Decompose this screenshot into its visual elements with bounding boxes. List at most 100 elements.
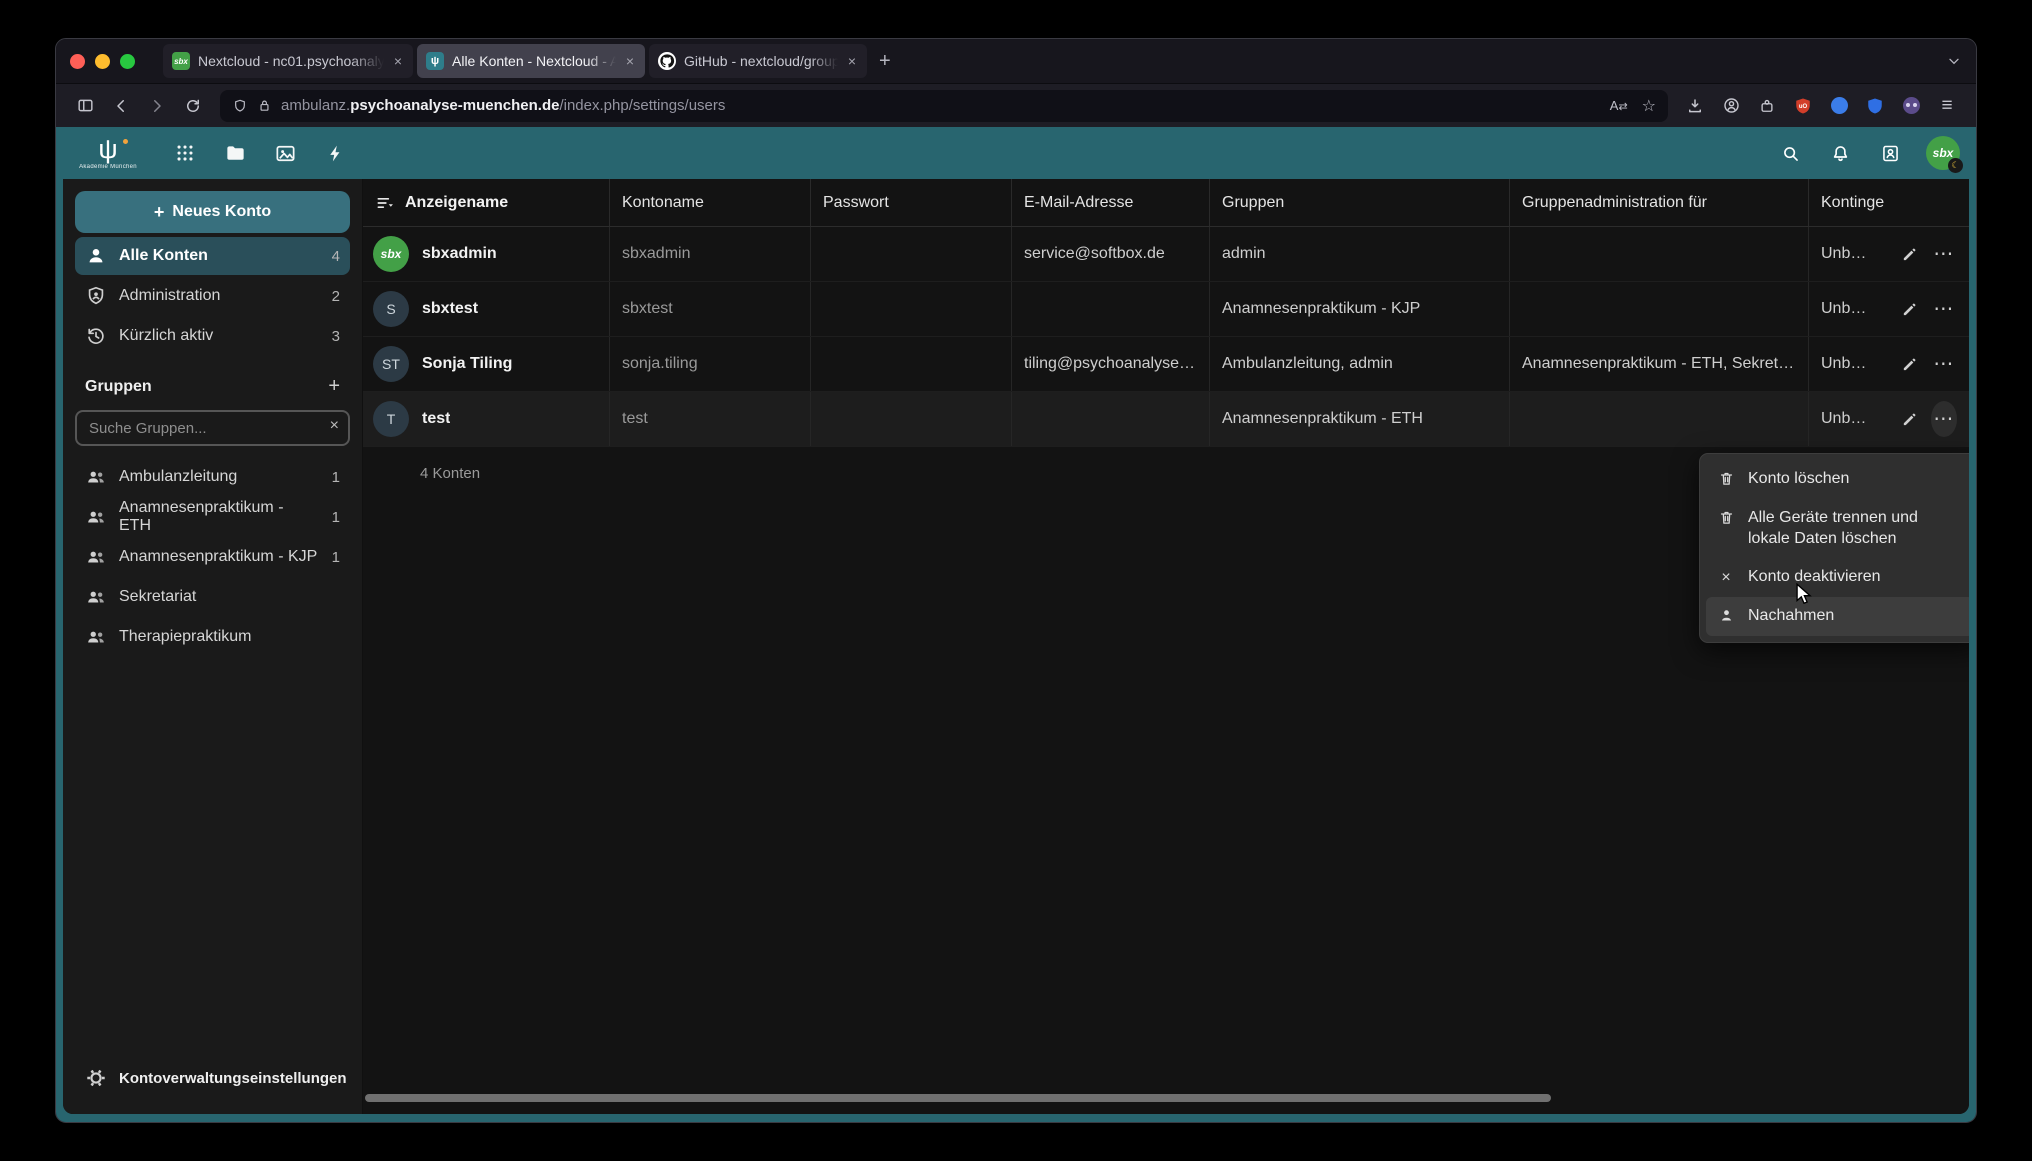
app-activity-icon[interactable]: [310, 127, 360, 179]
group-search-input[interactable]: [75, 410, 350, 446]
nextcloud-logo[interactable]: ψ Akademie München: [66, 136, 150, 170]
more-actions-icon[interactable]: ⋯: [1931, 291, 1958, 327]
extension-icon-purple[interactable]: [1894, 90, 1928, 122]
tab-nextcloud-nc01[interactable]: sbx Nextcloud - nc01.psychoanalyse ×: [163, 44, 413, 78]
reload-icon[interactable]: [176, 90, 210, 122]
row-actions: ⋯: [1884, 392, 1969, 446]
account-settings-button[interactable]: Kontoverwaltungseinstellungen: [75, 1058, 350, 1098]
nextcloud-favicon: ψ: [426, 52, 444, 70]
close-window-button[interactable]: [70, 54, 85, 69]
minimize-window-button[interactable]: [95, 54, 110, 69]
group-count: 1: [332, 509, 340, 526]
extensions-puzzle-icon[interactable]: [1750, 90, 1784, 122]
lock-icon[interactable]: [257, 98, 272, 113]
extension-icon-blue-shield[interactable]: [1858, 90, 1892, 122]
table-row-sonja-tiling[interactable]: ST Sonja Tiling sonja.tiling tiling@psyc…: [363, 337, 1969, 392]
group-admin-cell: Anamnesenpraktikum - ETH, Sekretariat, T…: [1509, 337, 1808, 391]
quota-cell: Unbegrenzt: [1808, 282, 1884, 336]
extension-icon-blue-circle[interactable]: [1822, 90, 1856, 122]
account-name-cell: sonja.tiling: [609, 337, 810, 391]
url-text: ambulanz. psychoanalyse-muenchen.de /ind…: [281, 97, 725, 114]
groups-cell: Ambulanzleitung, admin: [1209, 337, 1509, 391]
tab-close-icon[interactable]: ×: [392, 52, 404, 70]
tab-alle-konten[interactable]: ψ Alle Konten - Nextcloud - Ambul ×: [417, 44, 645, 78]
sort-icon[interactable]: [375, 193, 395, 213]
tab-title: Nextcloud - nc01.psychoanalyse: [198, 53, 384, 69]
account-icon[interactable]: [1714, 90, 1748, 122]
tab-title: Alle Konten - Nextcloud - Ambul: [452, 53, 616, 69]
downloads-icon[interactable]: [1678, 90, 1712, 122]
bookmark-star-icon[interactable]: ☆: [1642, 96, 1656, 116]
sidebar-item-alle-konten[interactable]: Alle Konten 4: [75, 237, 350, 275]
logo-accent-dot: [123, 139, 128, 144]
notifications-bell-icon[interactable]: [1818, 131, 1862, 175]
contacts-icon[interactable]: [1868, 131, 1912, 175]
user-avatar[interactable]: sbx ☾: [1926, 136, 1960, 170]
password-cell: [810, 392, 1011, 446]
new-tab-button[interactable]: +: [867, 50, 903, 73]
column-header-anzeigename[interactable]: Anzeigename: [363, 179, 609, 226]
sidebar-group-ambulanzleitung[interactable]: Ambulanzleitung 1: [75, 458, 350, 496]
menu-item-impersonate[interactable]: Nachahmen: [1706, 597, 1969, 636]
more-actions-icon[interactable]: ⋯: [1931, 236, 1958, 272]
tab-close-icon[interactable]: ×: [624, 52, 636, 70]
sidebar-toggle-icon[interactable]: [68, 90, 102, 122]
back-icon[interactable]: [104, 90, 138, 122]
tab-github[interactable]: GitHub - nextcloud/groupfolders ×: [649, 44, 867, 78]
edit-pencil-icon[interactable]: [1896, 236, 1923, 272]
trash-icon: [1716, 469, 1736, 487]
translate-icon[interactable]: A⇄: [1610, 98, 1628, 113]
tracking-shield-icon[interactable]: [232, 98, 248, 114]
sidebar-item-kuerzlich-aktiv[interactable]: Kürzlich aktiv 3: [75, 317, 350, 355]
account-name-cell: test: [609, 392, 810, 446]
sidebar-item-label: Administration: [119, 287, 220, 305]
group-count: 1: [332, 549, 340, 566]
group-label: Anamnesenpraktikum - ETH: [119, 499, 320, 535]
sidebar-item-administration[interactable]: Administration 2: [75, 277, 350, 315]
tab-close-icon[interactable]: ×: [846, 52, 858, 70]
group-users-icon: [85, 586, 107, 608]
add-group-icon[interactable]: +: [328, 375, 340, 398]
menu-hamburger-icon[interactable]: ≡: [1930, 90, 1964, 122]
forward-icon[interactable]: [140, 90, 174, 122]
sidebar-group-anamnesen-eth[interactable]: Anamnesenpraktikum - ETH 1: [75, 498, 350, 536]
app-photos-icon[interactable]: [260, 127, 310, 179]
edit-pencil-icon[interactable]: [1896, 291, 1923, 327]
menu-item-label: Alle Geräte trennen und lokale Daten lös…: [1748, 508, 1964, 550]
email-cell: service@softbox.de: [1011, 227, 1209, 281]
new-account-button[interactable]: + Neues Konto: [75, 191, 350, 233]
password-cell: [810, 337, 1011, 391]
avatar: sbx: [373, 236, 409, 272]
more-actions-icon[interactable]: ⋯: [1931, 401, 1958, 437]
avatar: ST: [373, 346, 409, 382]
horizontal-scrollbar[interactable]: [365, 1094, 1551, 1102]
zoom-window-button[interactable]: [120, 54, 135, 69]
table-row-sbxtest[interactable]: S sbxtest sbxtest Anamnesenpraktikum - K…: [363, 282, 1969, 337]
sidebar-group-anamnesen-kjp[interactable]: Anamnesenpraktikum - KJP 1: [75, 538, 350, 576]
menu-item-delete-account[interactable]: Konto löschen: [1706, 460, 1969, 499]
clear-search-icon[interactable]: ×: [330, 417, 339, 435]
logo-psi-glyph: ψ: [98, 136, 117, 163]
account-name-cell: sbxtest: [609, 282, 810, 336]
sidebar-group-therapiepraktikum[interactable]: Therapiepraktikum: [75, 618, 350, 656]
menu-item-wipe-devices[interactable]: Alle Geräte trennen und lokale Daten lös…: [1706, 499, 1969, 559]
account-actions-menu: Konto löschen Alle Geräte trennen und lo…: [1699, 453, 1969, 643]
table-row-sbxadmin[interactable]: sbx sbxadmin sbxadmin service@softbox.de…: [363, 227, 1969, 282]
sidebar-group-sekretariat[interactable]: Sekretariat: [75, 578, 350, 616]
ublock-origin-icon[interactable]: uO: [1786, 90, 1820, 122]
search-icon[interactable]: [1768, 131, 1812, 175]
menu-item-disable-account[interactable]: × Konto deaktivieren: [1706, 558, 1969, 597]
app-dashboard-icon[interactable]: [160, 127, 210, 179]
menu-item-label: Nachahmen: [1748, 606, 1834, 627]
more-actions-icon[interactable]: ⋯: [1931, 346, 1958, 382]
list-all-tabs-icon[interactable]: [1946, 53, 1962, 69]
account-name-cell: sbxadmin: [609, 227, 810, 281]
app-files-icon[interactable]: [210, 127, 260, 179]
url-bar[interactable]: ambulanz. psychoanalyse-muenchen.de /ind…: [220, 90, 1668, 122]
display-name-cell: ST Sonja Tiling: [363, 337, 609, 391]
edit-pencil-icon[interactable]: [1896, 346, 1923, 382]
table-row-test[interactable]: T test test Anamnesenpraktikum - ETH Unb…: [363, 392, 1969, 447]
edit-pencil-icon[interactable]: [1896, 401, 1923, 437]
tab-title: GitHub - nextcloud/groupfolders: [684, 53, 838, 69]
quota-cell: Unbegrenzt: [1808, 227, 1884, 281]
